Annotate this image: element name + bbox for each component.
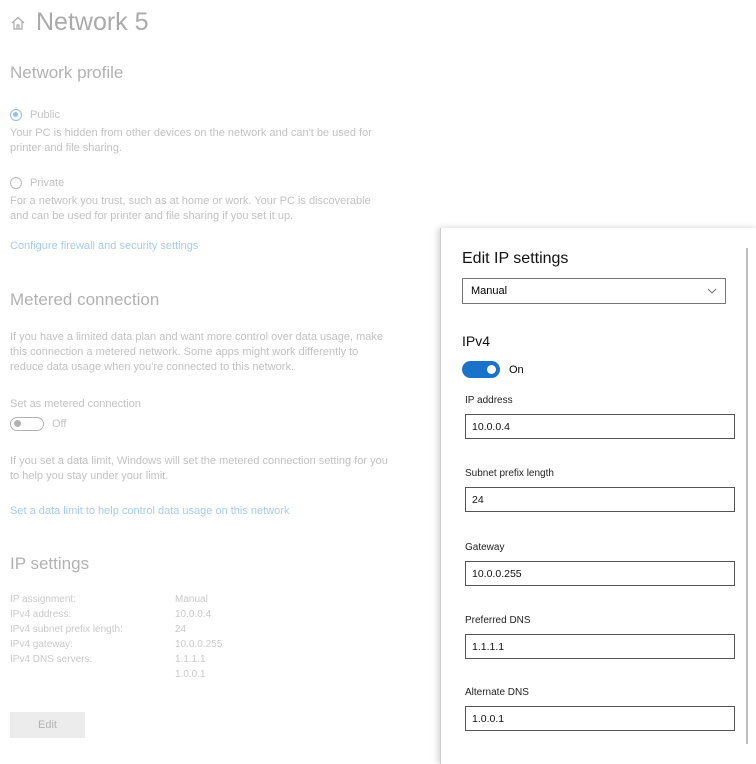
gateway-label: Gateway <box>465 542 505 553</box>
metered-set-label: Set as metered connection <box>10 398 141 410</box>
ip-address-input[interactable]: 10.0.0.4 <box>465 414 735 439</box>
metered-description: If you have a limited data plan and want… <box>10 331 383 373</box>
dialog-scrollbar[interactable] <box>746 248 748 744</box>
gateway-input[interactable]: 10.0.0.255 <box>465 561 735 586</box>
ip-address-label: IP address <box>465 395 513 406</box>
private-description: For a network you trust, such as at home… <box>10 195 371 222</box>
radio-private-indicator[interactable] <box>10 177 22 189</box>
radio-private-label: Private <box>30 177 65 189</box>
metered-toggle-row[interactable]: Off <box>10 417 66 431</box>
dialog-title: Edit IP settings <box>462 250 569 267</box>
ip-row: IP assignment: Manual <box>10 594 208 605</box>
metered-toggle[interactable] <box>10 417 44 431</box>
ipv4-toggle-row[interactable]: On <box>462 361 524 378</box>
ipv4-toggle[interactable] <box>462 361 500 378</box>
page-header: Network 5 <box>10 8 149 37</box>
subnet-prefix-input[interactable]: 24 <box>465 487 735 512</box>
ipv4-heading: IPv4 <box>462 333 491 349</box>
data-limit-link[interactable]: Set a data limit to help control data us… <box>10 505 289 517</box>
subnet-prefix-label: Subnet prefix length <box>465 468 554 479</box>
ip-settings-heading: IP settings <box>10 554 90 573</box>
home-icon[interactable] <box>10 15 26 31</box>
ipv4-toggle-state: On <box>509 363 524 376</box>
firewall-link[interactable]: Configure firewall and security settings <box>10 240 198 252</box>
ip-row: IPv4 DNS servers: 1.1.1.1 <box>10 654 206 665</box>
ip-settings-list: IP assignment: Manual IPv4 address: 10.0.0… <box>10 594 222 684</box>
radio-public-label: Public <box>30 109 60 121</box>
ip-row: IPv4 address: 10.0.0.4 <box>10 609 212 620</box>
ip-mode-value: Manual <box>471 285 508 297</box>
alternate-dns-label: Alternate DNS <box>465 687 529 698</box>
public-description: Your PC is hidden from other devices on … <box>10 127 372 154</box>
data-limit-description: If you set a data limit, Windows will se… <box>10 455 388 482</box>
ip-row: IPv4 subnet prefix length: 24 <box>10 624 187 635</box>
metered-heading: Metered connection <box>10 290 160 309</box>
page-title: Network 5 <box>36 8 149 36</box>
preferred-dns-input[interactable]: 1.1.1.1 <box>465 634 735 659</box>
chevron-down-icon <box>707 288 717 294</box>
ip-row: 1.0.0.1 <box>175 669 206 680</box>
radio-private[interactable]: Private <box>10 177 64 189</box>
ip-mode-select[interactable]: Manual <box>462 278 726 304</box>
radio-public[interactable]: Public <box>10 109 60 121</box>
edit-button[interactable]: Edit <box>10 712 85 738</box>
radio-public-indicator[interactable] <box>10 109 22 121</box>
preferred-dns-label: Preferred DNS <box>465 615 531 626</box>
alternate-dns-input[interactable]: 1.0.0.1 <box>465 706 735 731</box>
metered-toggle-state: Off <box>52 418 67 430</box>
ip-row: IPv4 gateway: 10.0.0.255 <box>10 639 223 650</box>
edit-ip-dialog: Edit IP settings Manual IPv4 On IP addre… <box>440 228 756 764</box>
network-profile-heading: Network profile <box>10 63 124 82</box>
